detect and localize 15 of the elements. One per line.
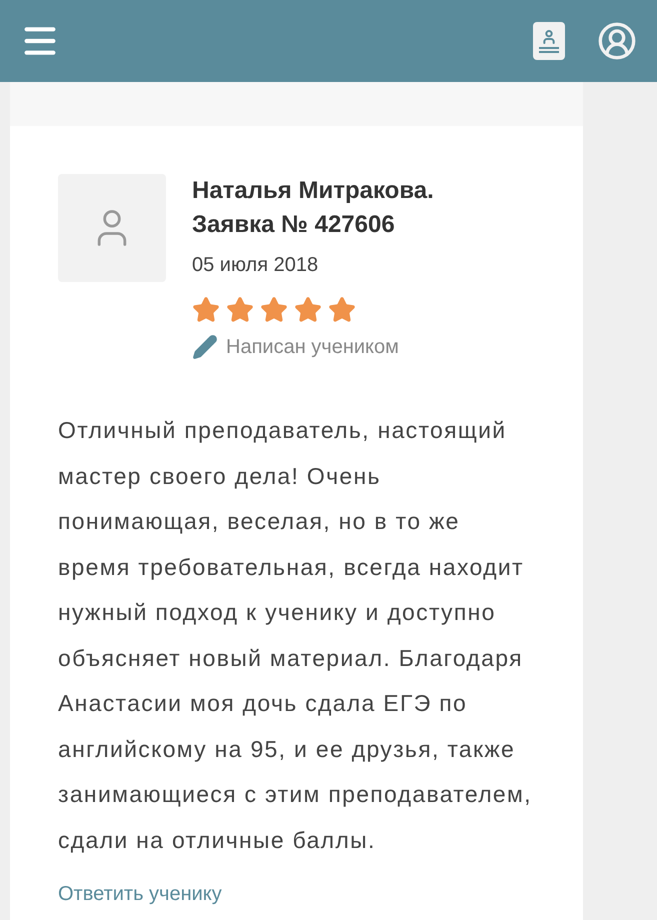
author-name: Наталья Митракова. [192,176,434,206]
pencil-icon [192,334,218,360]
star-icon [192,296,220,324]
star-icon [226,296,254,324]
request-number: Заявка № 427606 [192,210,396,240]
star-icon [260,296,288,324]
star-icon [294,296,322,324]
review-text: Отличный преподаватель, настоящий мастер своего дела! Очень понимающая, веселая, но в то же время требовательная, всегда находит нужный подход к ученику и доступно объясняет новый материал. Благодаря Анастасии моя дочь сдала ЕГЭ по английскому на 95, и ее друзья, также занимающиеся с этим преподавателем, сдали на отличные баллы. [58,416,533,855]
star-icon [328,296,356,324]
person-icon [541,29,557,45]
profile-card-button[interactable] [533,22,565,60]
review-date: 05 июля 2018 [192,253,320,278]
reply-link[interactable]: Ответить ученику [58,879,535,909]
account-button[interactable] [597,21,637,61]
review-source: Написан учеником [226,335,399,360]
